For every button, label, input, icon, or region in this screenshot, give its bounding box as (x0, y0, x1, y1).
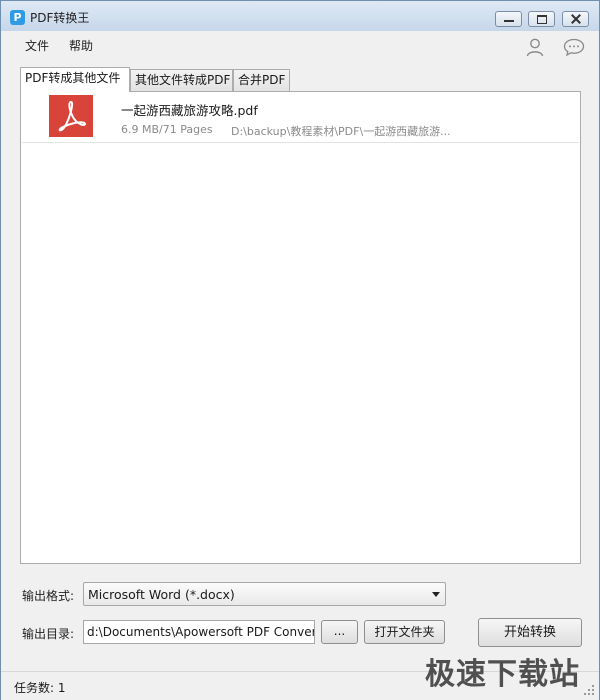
file-path: D:\backup\教程素材\PDF\一起游西藏旅游... (231, 125, 451, 138)
title-bar: P PDF转换王 (1, 1, 599, 31)
tab-merge-pdf[interactable]: 合并PDF (233, 69, 290, 91)
tab-pdf-to-other[interactable]: PDF转成其他文件 (20, 67, 130, 92)
window-title: PDF转换王 (30, 11, 90, 25)
minimize-icon (496, 12, 521, 26)
user-icon[interactable] (525, 37, 545, 57)
watermark: 极速下载站 (425, 657, 580, 692)
output-dir-field[interactable]: d:\Documents\Apowersoft PDF Converter (83, 620, 315, 644)
maximize-icon (529, 12, 554, 26)
minimize-button[interactable] (495, 11, 522, 27)
app-logo-icon: P (10, 10, 25, 25)
pdf-file-icon (49, 95, 93, 137)
output-format-label: 输出格式: (22, 589, 75, 603)
chevron-down-icon (432, 592, 440, 597)
browse-button[interactable]: ... (321, 620, 358, 644)
open-folder-button[interactable]: 打开文件夹 (364, 620, 445, 644)
maximize-button[interactable] (528, 11, 555, 27)
file-list: 一起游西藏旅游攻略.pdf 6.9 MB/71 Pages D:\backup\… (20, 91, 581, 564)
resize-grip-icon[interactable] (583, 684, 595, 696)
start-convert-button[interactable]: 开始转换 (478, 618, 582, 647)
output-dir-label: 输出目录: (22, 627, 75, 641)
menu-bar: 文件 帮助 (1, 31, 599, 59)
close-icon (563, 12, 588, 26)
close-button[interactable] (562, 11, 589, 27)
file-meta: 6.9 MB/71 Pages (121, 123, 213, 136)
output-format-select[interactable]: Microsoft Word (*.docx) (83, 582, 446, 606)
app-window: P PDF转换王 文件 帮助 PDF转成其他文件 其他文件转成PDF 合并PDF… (0, 0, 600, 700)
list-item[interactable]: 一起游西藏旅游攻略.pdf 6.9 MB/71 Pages D:\backup\… (22, 92, 579, 143)
chat-bubble-icon[interactable] (563, 38, 585, 56)
file-name: 一起游西藏旅游攻略.pdf (121, 103, 258, 118)
task-count: 任务数: 1 (14, 681, 66, 695)
menu-file[interactable]: 文件 (25, 37, 49, 54)
menu-help[interactable]: 帮助 (69, 37, 93, 54)
output-format-value: Microsoft Word (*.docx) (88, 587, 235, 602)
tab-other-to-pdf[interactable]: 其他文件转成PDF (130, 69, 233, 91)
